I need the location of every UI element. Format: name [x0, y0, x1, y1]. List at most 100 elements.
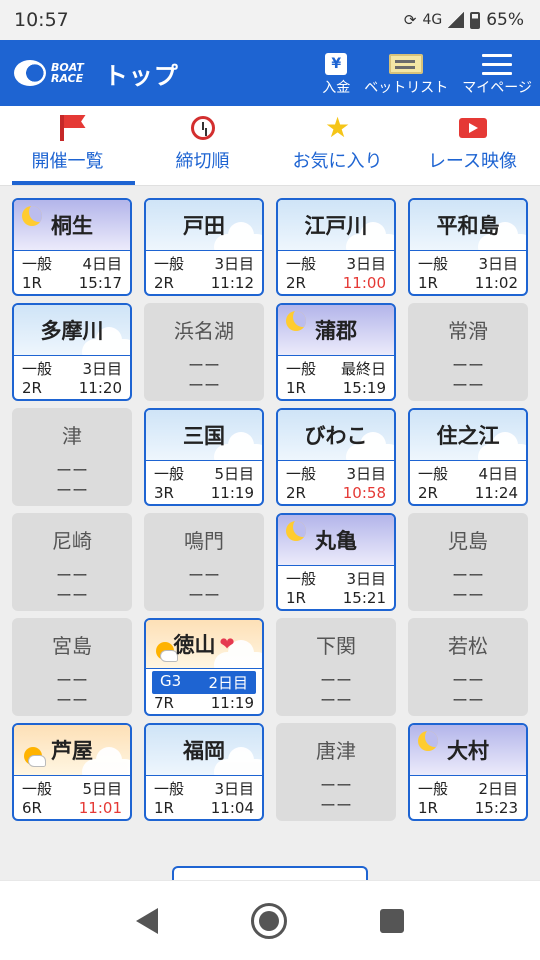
network-type: 4G — [422, 12, 443, 28]
venue-name: 大村 — [447, 739, 489, 763]
home-icon[interactable] — [250, 902, 287, 939]
venue-name: 戸田 — [183, 214, 225, 238]
tab-favorites[interactable]: ★ お気に入り — [270, 106, 405, 185]
no-race-line: ーー — [55, 461, 88, 480]
venue-card-closed[interactable]: 下関 ーー ーー — [276, 618, 396, 716]
venue-name: 桐生 — [51, 214, 93, 238]
race-number: 1R — [286, 379, 306, 397]
deadline-time: 11:00 — [342, 274, 386, 292]
venue-name: 唐津 — [316, 739, 356, 763]
page-title: トップ — [103, 61, 179, 90]
bet-list-icon — [389, 54, 424, 74]
race-grade: 一般 — [286, 570, 317, 588]
venue-card[interactable]: 福岡一般 3日目 1R 11:04 — [144, 723, 264, 821]
venue-card-closed[interactable]: 児島 ーー ーー — [408, 513, 528, 611]
venue-card-closed[interactable]: 若松 ーー ーー — [408, 618, 528, 716]
race-day: 3日目 — [346, 570, 386, 588]
venue-card[interactable]: 江戸川 一般 3日目 2R 11:00 — [276, 198, 396, 296]
race-day: 3日目 — [214, 255, 254, 273]
venue-card[interactable]: 住之江 一般 4日目 2R 11:24 — [408, 408, 528, 506]
venue-card[interactable]: 蒲郡 一般 最終日 1R 15:19 — [276, 303, 396, 401]
venue-card-closed[interactable]: 宮島 ーー ーー — [12, 618, 132, 716]
venue-name: 下関 — [316, 634, 356, 658]
back-icon[interactable] — [136, 907, 159, 934]
venue-grid: 桐生 一般 4日目 1R 15:17 戸田 一般 3日目 2R 11:12 江戸川 一般 3日目 2R 11… — [12, 198, 530, 821]
no-race-line: ーー — [319, 796, 352, 815]
venue-name: 尼崎 — [52, 529, 92, 553]
tab-race-video[interactable]: レース映像 — [405, 106, 540, 185]
venue-card[interactable]: 桐生 一般 4日目 1R 15:17 — [12, 198, 132, 296]
no-race-line: ーー — [187, 376, 220, 395]
bet-list-button[interactable]: ベットリスト — [364, 50, 448, 96]
no-race-line: ーー — [187, 566, 220, 585]
race-grade: 一般 — [418, 780, 449, 798]
venue-name: 鳴門 — [184, 529, 224, 553]
venue-name: 多摩川 — [40, 319, 104, 343]
grade-row: 一般 5日目 — [154, 463, 254, 484]
venue-name: 福岡 — [183, 739, 225, 763]
alarm-clock-icon — [190, 116, 215, 140]
race-number: 1R — [154, 799, 174, 817]
tab-deadline[interactable]: 締切順 — [135, 106, 270, 185]
venue-card-closed[interactable]: 浜名湖 ーー ーー — [144, 303, 264, 401]
mypage-button[interactable]: マイページ — [462, 50, 532, 96]
venue-card[interactable]: 丸亀 一般 3日目 1R 15:21 — [276, 513, 396, 611]
deadline-time: 11:12 — [210, 274, 254, 292]
venue-card[interactable]: びわこ 一般 3日目 2R 10:58 — [276, 408, 396, 506]
no-race-line: ーー — [451, 356, 484, 375]
venue-card[interactable]: 平和島 一般 3日目 1R 11:02 — [408, 198, 528, 296]
deadline-time: 15:21 — [342, 589, 386, 607]
grade-row: 一般 3日目 — [286, 463, 386, 484]
race-number: 2R — [22, 379, 42, 397]
grade-row: 一般 3日目 — [154, 778, 254, 799]
battery-icon — [470, 11, 481, 29]
venue-card[interactable]: 大村 一般 2日目 1R 15:23 — [408, 723, 528, 821]
venue-card[interactable]: 芦屋 一般 5日目 6R 11:01 — [12, 723, 132, 821]
race-row: 3R 11:19 — [154, 484, 254, 502]
tab-schedule[interactable]: 開催一覧 — [0, 106, 135, 185]
no-race-line: ーー — [187, 586, 220, 605]
grade-row: 一般 最終日 — [286, 358, 386, 379]
favorite-heart-icon[interactable]: ❤ — [219, 634, 234, 655]
grade-row: 一般 3日目 — [286, 253, 386, 274]
race-number: 2R — [154, 274, 174, 292]
boatrace-logo[interactable]: BOAT RACE — [14, 60, 84, 86]
venue-card-closed[interactable]: 尼崎 ーー ーー — [12, 513, 132, 611]
race-number: 1R — [22, 274, 42, 292]
venue-card-closed[interactable]: 津ーー ーー — [12, 408, 132, 506]
grade-row: 一般 3日目 — [418, 253, 518, 274]
deposit-label: 入金 — [322, 80, 351, 96]
signal-icon — [448, 12, 465, 28]
no-race-line: ーー — [55, 691, 88, 710]
venue-card[interactable]: 徳山 ❤ G3 2日目 7R 11:19 — [144, 618, 264, 716]
venue-card[interactable]: 三国 一般 5日目 3R 11:19 — [144, 408, 264, 506]
header-actions: ¥ 入金 ベットリスト マイページ — [322, 50, 532, 96]
race-row: 7R 11:19 — [154, 694, 254, 712]
race-day: 最終日 — [340, 360, 386, 378]
venue-card-closed[interactable]: 鳴門 ーー ーー — [144, 513, 264, 611]
deadline-time: 11:20 — [78, 379, 122, 397]
venue-card[interactable]: 多摩川 一般 3日目 2R 11:20 — [12, 303, 132, 401]
race-number: 3R — [154, 484, 174, 502]
deadline-time: 15:19 — [342, 379, 386, 397]
race-grade: 一般 — [154, 780, 185, 798]
venue-name: 芦屋 — [51, 739, 93, 763]
no-race-line: ーー — [451, 566, 484, 585]
venue-name: 徳山 — [173, 633, 216, 657]
flag-icon — [59, 115, 64, 141]
venue-name: 平和島 — [436, 214, 500, 238]
venue-card[interactable]: 戸田 一般 3日目 2R 11:12 — [144, 198, 264, 296]
race-row: 2R 11:24 — [418, 484, 518, 502]
race-grade: 一般 — [22, 780, 53, 798]
mypage-label: マイページ — [462, 80, 532, 96]
star-icon: ★ — [324, 111, 351, 144]
venue-card-closed[interactable]: 唐津 ーー ーー — [276, 723, 396, 821]
deadline-time: 11:04 — [210, 799, 254, 817]
recent-apps-icon[interactable] — [379, 908, 404, 933]
no-race-line: ーー — [319, 776, 352, 795]
logo-line2: RACE — [51, 72, 84, 85]
race-day: 4日目 — [82, 255, 122, 273]
race-row: 2R 11:00 — [286, 274, 386, 292]
deposit-button[interactable]: ¥ 入金 — [322, 50, 350, 96]
venue-card-closed[interactable]: 常滑 ーー ーー — [408, 303, 528, 401]
